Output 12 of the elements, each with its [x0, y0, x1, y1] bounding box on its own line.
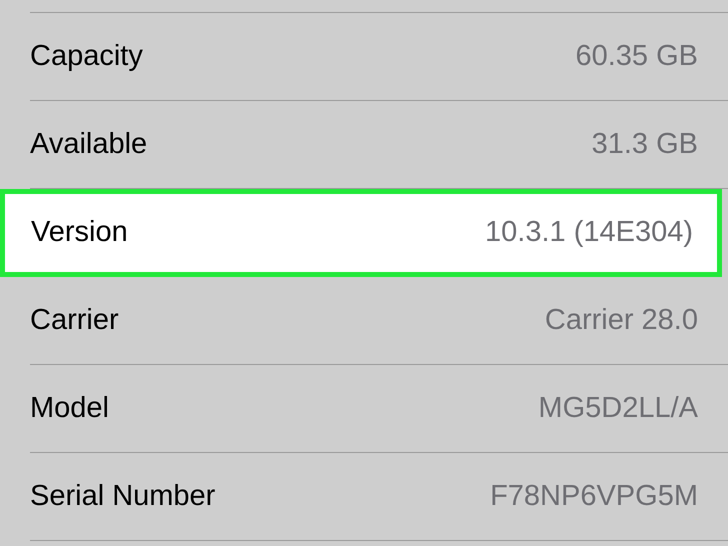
row-label: Model	[30, 390, 109, 426]
row-label: Available	[30, 126, 148, 162]
row-label: Capacity	[30, 38, 143, 74]
row-value: 10.3.1 (14E304)	[485, 215, 693, 250]
row-label: Carrier	[30, 302, 119, 338]
row-value: 60.35 GB	[575, 38, 698, 74]
row-value: Carrier 28.0	[544, 302, 698, 338]
row-value: MG5D2LL/A	[538, 390, 698, 426]
row-label: Serial Number	[30, 478, 216, 514]
row-value: F78NP6VPG5M	[490, 478, 698, 514]
row-label: Version	[31, 215, 128, 250]
row-value: 31.3 GB	[592, 126, 698, 162]
